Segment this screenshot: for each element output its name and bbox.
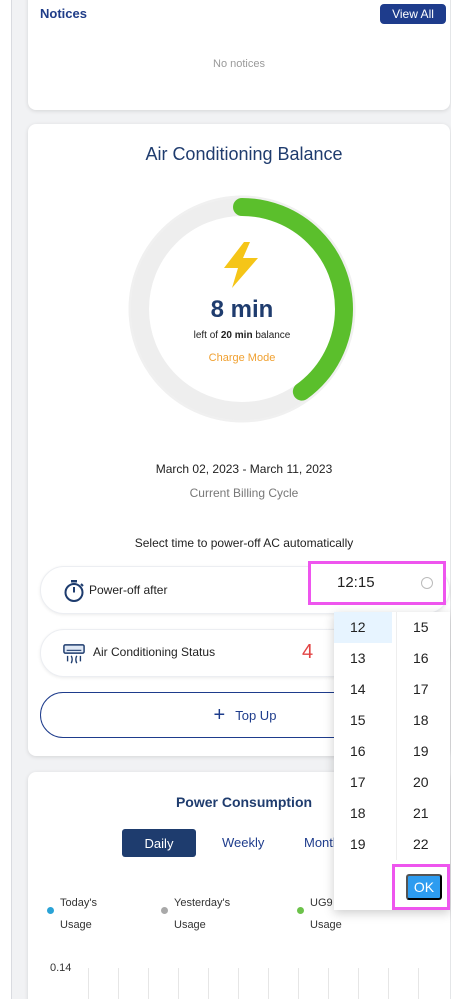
ok-highlight: OK [392, 864, 450, 910]
balance-subtext: left of 20 min balance [193, 330, 291, 341]
grid-line [418, 968, 419, 999]
tab-daily[interactable]: Daily [122, 829, 196, 857]
legend-yesterdays-usage: Yesterday's Usage [161, 892, 244, 936]
minute-option[interactable]: 18 [397, 705, 451, 736]
legend-dot [47, 907, 54, 914]
charge-mode-label: Charge Mode [208, 352, 276, 364]
billing-cycle-label: Current Billing Cycle [189, 486, 299, 500]
legend-todays-usage: Today's Usage [47, 892, 120, 936]
annotation-step-number: 4 [302, 641, 314, 663]
no-notices-text: No notices [213, 58, 265, 70]
hour-column[interactable]: 12 13 14 15 16 17 18 19 [334, 612, 392, 860]
hour-option[interactable]: 19 [334, 829, 392, 860]
balance-value: 8 min [210, 296, 274, 323]
minute-option[interactable]: 19 [397, 736, 451, 767]
y-axis-top-label: 0.14 [50, 962, 72, 974]
notices-title: Notices [40, 6, 87, 21]
grid-line [388, 968, 389, 999]
plus-icon: + [213, 704, 226, 726]
minute-option[interactable]: 22 [397, 829, 451, 860]
view-all-button[interactable]: View All [380, 4, 446, 24]
grid-line [208, 968, 209, 999]
balance-gauge: 8 min left of 20 min balance Charge Mode [123, 190, 361, 428]
grid-line [268, 968, 269, 999]
select-time-prompt: Select time to power-off AC automaticall… [134, 536, 354, 550]
minute-option[interactable]: 15 [397, 612, 451, 643]
grid-line [328, 968, 329, 999]
hour-option[interactable]: 14 [334, 674, 392, 705]
hour-option[interactable]: 15 [334, 705, 392, 736]
top-up-label: Top Up [235, 707, 277, 723]
grid-line [238, 968, 239, 999]
air-conditioner-icon [63, 644, 85, 664]
ac-status-label: Air Conditioning Status [93, 645, 216, 659]
left-rail [0, 0, 12, 999]
grid-line [358, 968, 359, 999]
legend-dot [161, 907, 168, 914]
minute-option[interactable]: 20 [397, 767, 451, 798]
ac-balance-title: Air Conditioning Balance [145, 144, 343, 164]
legend-dot [297, 907, 304, 914]
minute-option[interactable]: 16 [397, 643, 451, 674]
grid-line [88, 968, 89, 999]
notices-card: Notices View All No notices [28, 0, 450, 110]
tab-weekly[interactable]: Weekly [222, 835, 264, 850]
clock-icon [421, 577, 433, 589]
hour-option[interactable]: 16 [334, 736, 392, 767]
minute-option[interactable]: 21 [397, 798, 451, 829]
power-off-time-value: 12:15 [337, 574, 375, 591]
grid-line [148, 968, 149, 999]
timer-icon [64, 580, 84, 602]
hour-option[interactable]: 18 [334, 798, 392, 829]
power-off-time-input[interactable]: 12:15 [308, 561, 446, 605]
hour-option[interactable]: 17 [334, 767, 392, 798]
hour-option[interactable]: 12 [334, 612, 392, 643]
billing-cycle-dates: March 02, 2023 - March 11, 2023 [155, 462, 333, 476]
minute-column[interactable]: 15 16 17 18 19 20 21 22 [396, 612, 451, 860]
grid-line [298, 968, 299, 999]
lightning-bolt-icon [224, 242, 258, 288]
grid-line [118, 968, 119, 999]
hour-option[interactable]: 13 [334, 643, 392, 674]
ok-button[interactable]: OK [406, 874, 442, 900]
minute-option[interactable]: 17 [397, 674, 451, 705]
grid-line [178, 968, 179, 999]
power-off-label: Power-off after [89, 583, 168, 597]
